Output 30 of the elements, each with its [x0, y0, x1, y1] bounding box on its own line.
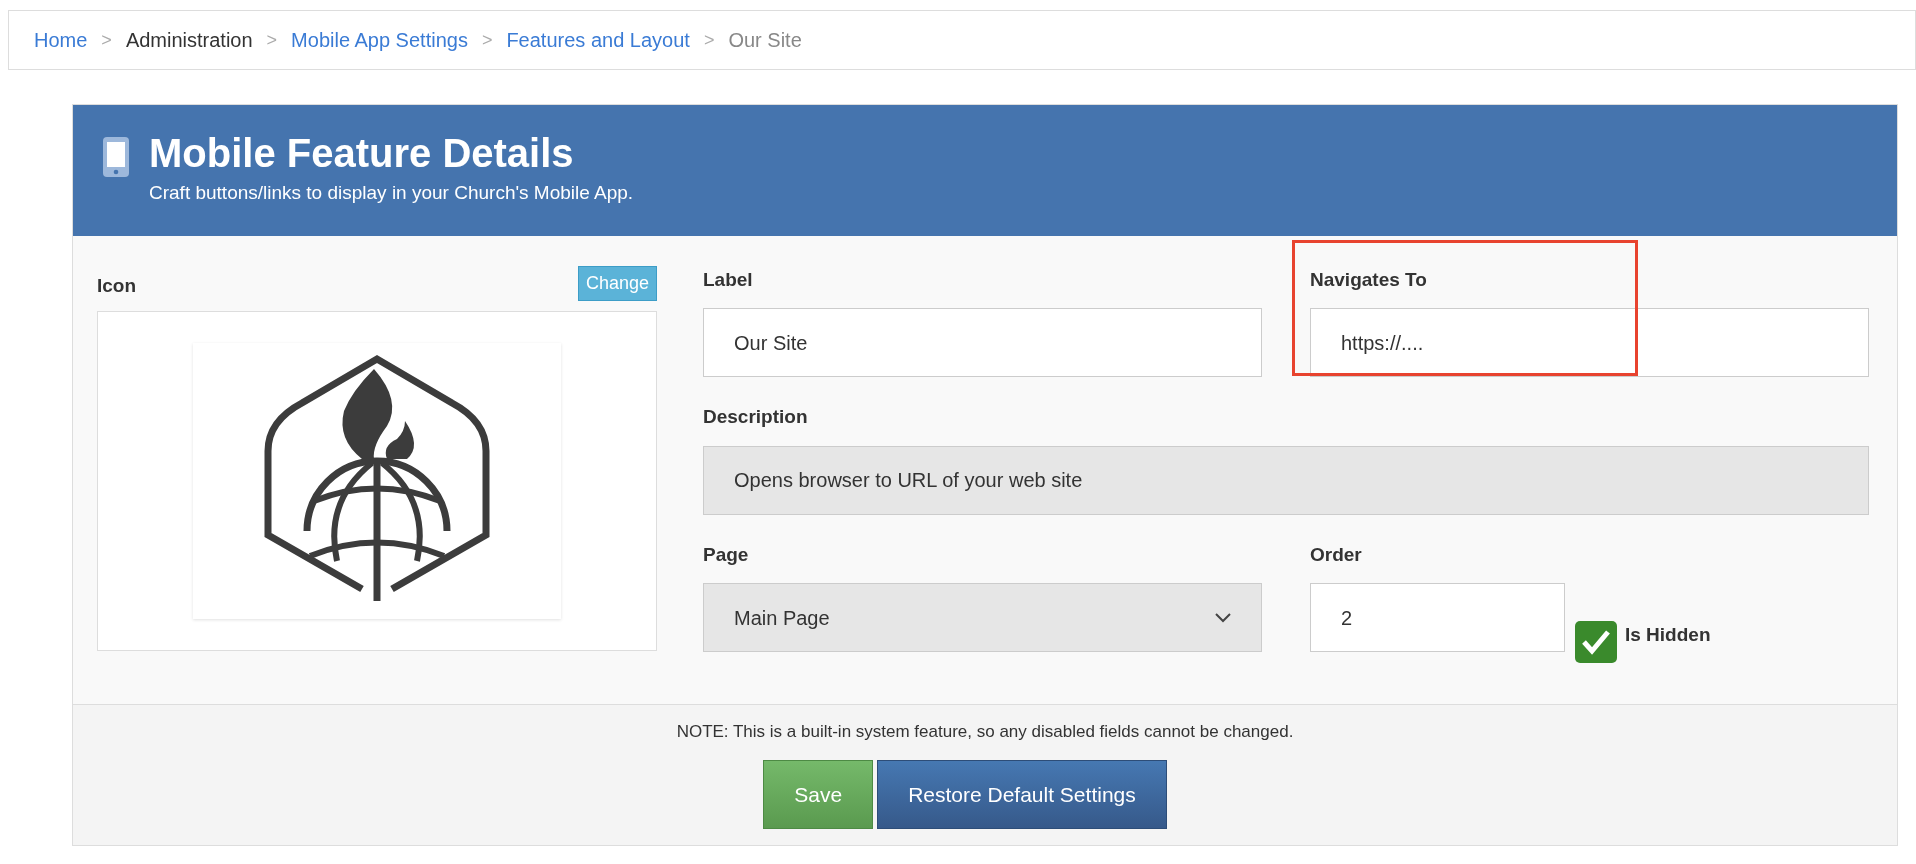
breadcrumb-separator: >	[481, 28, 493, 52]
input-field[interactable]: Our Site	[703, 308, 1262, 377]
breadcrumb-link[interactable]: Home	[34, 25, 88, 55]
breadcrumb-link[interactable]: Mobile App Settings	[291, 25, 468, 55]
field-label: Description	[703, 405, 809, 429]
mobile-phone-icon	[103, 137, 129, 177]
panel-title: Mobile Feature Details	[149, 131, 575, 175]
change-button[interactable]: Change	[577, 265, 657, 301]
input-field: Opens browser to URL of your web site	[703, 445, 1869, 515]
breadcrumb-separator: >	[703, 28, 715, 52]
breadcrumb-current: Our Site	[728, 28, 802, 53]
dropdown-value: Main Page	[734, 605, 830, 631]
breadcrumb-separator: >	[101, 28, 112, 52]
breadcrumb-link[interactable]: Features and Layout	[506, 25, 690, 55]
field-label: Navigates To	[1310, 267, 1428, 292]
field-label: Order	[1310, 542, 1363, 567]
checkbox-label: Is Hidden	[1625, 623, 1711, 647]
input-field[interactable]: https://....	[1310, 308, 1869, 377]
chevron-down-icon	[1215, 612, 1231, 623]
note-text: NOTE: This is a built-in system feature, so any disabled fields cannot be changed.	[675, 720, 1295, 743]
breadcrumb-separator: >	[266, 28, 278, 52]
field-label: Page	[703, 542, 750, 567]
field-label: Icon	[97, 274, 137, 298]
restore-button[interactable]: Restore Default Settings	[877, 760, 1167, 829]
breadcrumb-item: Administration	[125, 28, 253, 53]
checkbox[interactable]	[1575, 621, 1617, 664]
save-button[interactable]: Save	[763, 760, 874, 829]
field-label: Label	[703, 267, 754, 292]
panel-subtitle: Craft buttons/links to display in your Church's Mobile App.	[149, 181, 634, 205]
input-field[interactable]: 2	[1310, 583, 1565, 652]
